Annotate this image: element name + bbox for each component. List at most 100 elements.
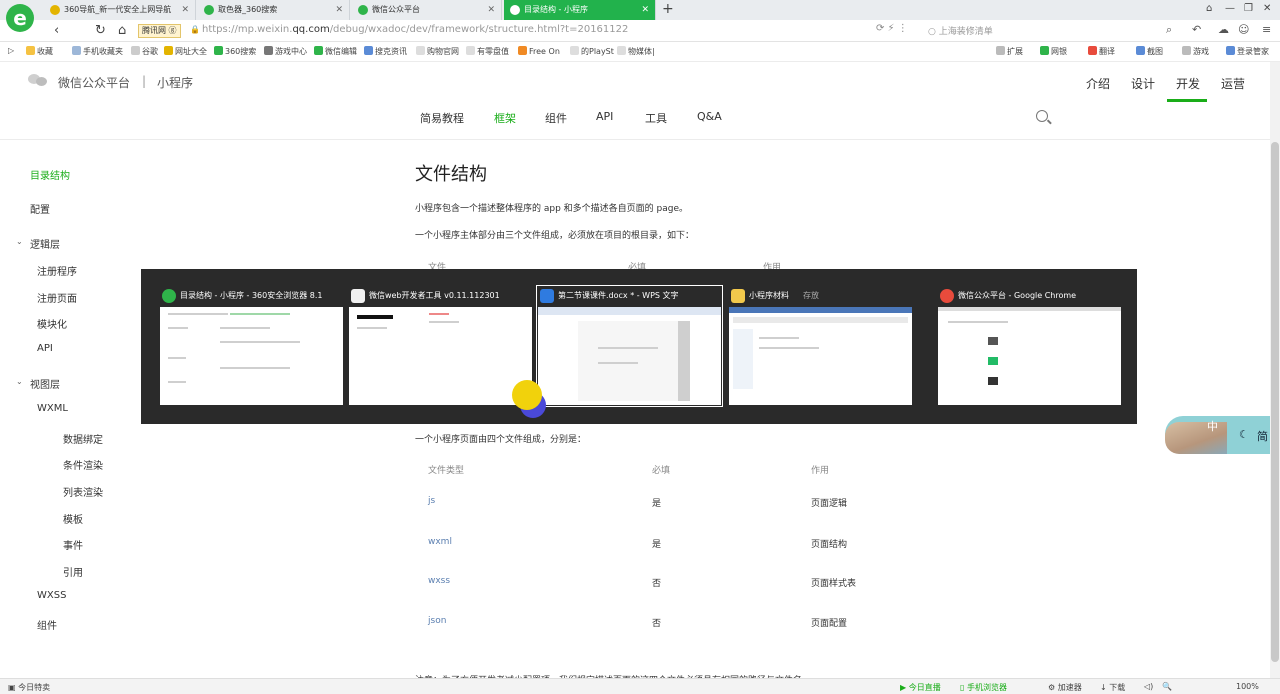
bookmark-item[interactable]: 购物官网 [416,46,459,57]
extension-button[interactable]: 扩展 [996,46,1023,57]
refresh-speed-icon[interactable]: ⟳ ⚡ ⋮ [876,23,908,34]
sidebar-item-reference[interactable]: 引用 [63,564,83,579]
switcher-window-devtools[interactable]: 微信web开发者工具 v0.11.112301 [349,287,532,405]
close-icon[interactable]: ✕ [335,0,343,20]
login-manager-button[interactable]: 登录管家 [1226,46,1269,57]
tab-wechat-platform[interactable]: 微信公众平台 ✕ [352,0,502,20]
mobile-browser-button[interactable]: ▯ 手机浏览器 [960,682,1007,693]
cloud-icon[interactable]: ☁ [1218,23,1229,36]
topnav-develop[interactable]: 开发 [1176,75,1200,92]
topnav-operate[interactable]: 运营 [1221,75,1245,92]
new-tab-button[interactable]: + [662,1,674,17]
menu-icon[interactable]: ≡ [1262,23,1271,36]
game-button[interactable]: 游戏 [1182,46,1209,57]
close-window-icon[interactable]: ✕ [1263,3,1271,14]
switcher-window-wps[interactable]: 第二节课课件.docx * - WPS 文字 [536,285,723,407]
search-box[interactable]: ○ 上海装修清单 [928,24,993,37]
accelerator-button[interactable]: ⚙ 加速器 [1048,682,1082,693]
bookmark-item[interactable]: 物媒体| [617,46,655,57]
search-icon[interactable]: ⌕ [1166,23,1172,37]
reload-icon[interactable]: ↻ [95,23,106,38]
scrollbar-thumb[interactable] [1271,142,1279,662]
today-deals-button[interactable]: ▣ 今日特卖 [8,682,50,693]
close-icon[interactable]: ✕ [641,0,649,20]
bookmark-item[interactable]: 的PlaySt [570,46,614,57]
sidebar-group-view[interactable]: 视图层 [30,376,60,391]
sidebar-item-event[interactable]: 事件 [63,537,83,552]
sidebar-item-components[interactable]: 组件 [37,617,57,632]
sidebar-item-register-app[interactable]: 注册程序 [37,263,77,278]
subnav-tutorial[interactable]: 简易教程 [420,110,464,126]
window-thumbnail [538,307,721,405]
sidebar-item-wxml[interactable]: WXML [37,403,68,414]
subnav-framework[interactable]: 框架 [494,110,516,126]
topnav-intro[interactable]: 介绍 [1086,75,1110,92]
url-field[interactable]: 腾讯网 ⓖ 🔒 https://mp.weixin.qq.com/debug/w… [138,22,868,40]
subnav-components[interactable]: 组件 [545,110,567,126]
sidebar-item-config[interactable]: 配置 [30,201,50,216]
browser-logo-icon[interactable]: e [6,4,34,32]
download-button[interactable]: ↓ 下载 [1100,682,1125,693]
sound-icon[interactable]: ◁) [1144,682,1153,691]
tab-miniprogram-structure[interactable]: 目录结构 - 小程序 ✕ [504,0,656,20]
bank-button[interactable]: 网银 [1040,46,1067,57]
sidebar-group-logic[interactable]: 逻辑层 [30,236,60,251]
tab-360-nav[interactable]: 360导航_新一代安全上网导航 ✕ [44,0,196,20]
chevron-down-icon[interactable]: ⌄ [16,237,23,246]
close-icon[interactable]: ✕ [181,0,189,20]
bookmark-item[interactable]: 游戏中心 [264,46,307,57]
translate-button[interactable]: 翻译 [1088,46,1115,57]
bookmark-item[interactable]: 搜克资讯 [364,46,407,57]
screenshot-button[interactable]: 截图 [1136,46,1163,57]
sidebar-item-structure[interactable]: 目录结构 [30,167,70,182]
switcher-window-chrome[interactable]: 微信公众平台 - Google Chrome [938,287,1121,405]
sidebar-item-register-page[interactable]: 注册页面 [37,290,77,305]
url-text[interactable]: https://mp.weixin.qq.com/debug/wxadoc/de… [202,24,628,35]
back-icon[interactable]: ‹ [54,23,59,38]
bookmark-item[interactable]: 网址大全 [164,46,207,57]
sidebar-item-data-binding[interactable]: 数据绑定 [63,431,103,446]
site-badge[interactable]: 腾讯网 ⓖ [138,24,181,38]
restore-icon[interactable]: ❐ [1244,3,1253,14]
bookmark-item[interactable]: 有零盘值 [466,46,509,57]
subnav-tools[interactable]: 工具 [645,110,667,126]
sidebar-item-conditional[interactable]: 条件渲染 [63,457,103,472]
bookmark-item[interactable]: 微信编辑 [314,46,357,57]
minimize-icon[interactable]: — [1225,3,1235,14]
switcher-window-folder[interactable]: 小程序材料 存放 [729,287,912,405]
sidebar-item-list[interactable]: 列表渲染 [63,484,103,499]
sidebar-item-template[interactable]: 模板 [63,511,83,526]
bookmark-item[interactable]: 谷歌 [131,46,158,57]
home-icon[interactable]: ⌂ [118,23,126,38]
chevron-down-icon[interactable]: ⌄ [16,377,23,386]
user-icon[interactable]: ☺ [1238,23,1249,36]
moon-icon[interactable]: ☾ [1239,428,1249,441]
sidebar-item-modules[interactable]: 模块化 [37,316,67,331]
close-icon[interactable]: ✕ [487,0,495,20]
bookmark-item[interactable]: 360搜索 [214,46,256,57]
site-subtitle[interactable]: 小程序 [157,74,193,91]
bookmark-item[interactable]: 收藏 [26,46,53,57]
sidebar-item-api[interactable]: API [37,343,53,354]
undo-icon[interactable]: ↶ [1192,23,1201,36]
live-button[interactable]: ▶ 今日直播 [900,682,941,693]
ime-toolbar[interactable]: 中 ☾ 简 [1165,416,1275,454]
search-icon[interactable] [1036,110,1048,122]
bookmark-item[interactable]: 手机收藏夹 [72,46,123,57]
subnav-qa[interactable]: Q&A [697,110,722,123]
ime-mode[interactable]: 中 [1207,418,1218,434]
speaker-icon[interactable]: 🔍 [1162,682,1172,691]
site-title[interactable]: 微信公众平台 [58,74,130,91]
tab-color-picker[interactable]: 取色器_360搜索 ✕ [198,0,350,20]
shirt-icon[interactable]: ⌂ [1206,3,1212,14]
switcher-window-360browser[interactable]: 目录结构 - 小程序 - 360安全浏览器 8.1 [160,287,343,405]
zoom-level[interactable]: 100% [1236,682,1259,691]
bookmark-item[interactable]: Free On [518,46,560,56]
topnav-design[interactable]: 设计 [1131,75,1155,92]
wechat-logo-icon[interactable] [28,72,48,88]
ime-variant[interactable]: 简 [1257,428,1268,444]
subnav-api[interactable]: API [596,110,613,123]
lock-icon[interactable]: 🔒 [190,25,200,34]
sidebar-toggle-icon[interactable]: ▷ [8,46,14,55]
sidebar-item-wxss[interactable]: WXSS [37,590,66,601]
